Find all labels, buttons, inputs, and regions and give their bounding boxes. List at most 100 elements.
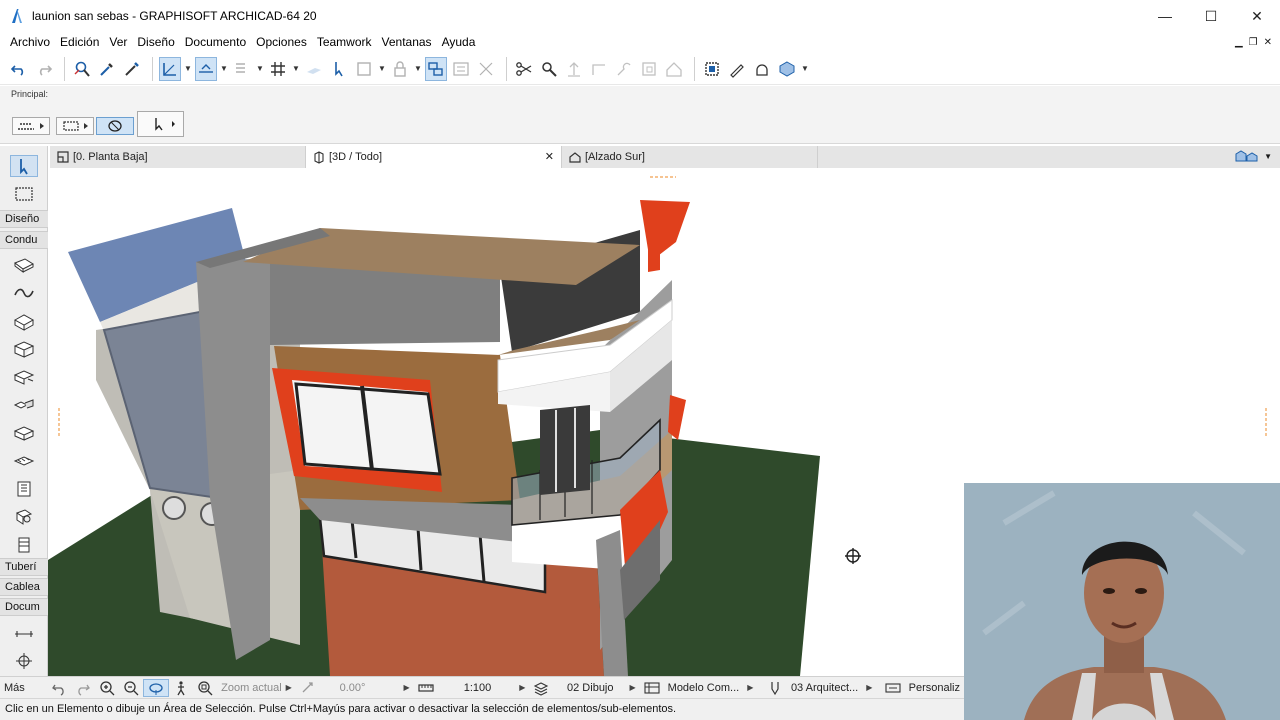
fillet-button[interactable] xyxy=(613,57,635,81)
roof-button[interactable] xyxy=(663,57,685,81)
resize-button[interactable] xyxy=(638,57,660,81)
rotate-view-button[interactable] xyxy=(296,677,320,699)
level-dimension-tool[interactable] xyxy=(10,649,38,671)
duct-branch-tool[interactable] xyxy=(10,366,38,388)
guide-lines-button[interactable] xyxy=(159,56,181,81)
toolbox-category-cableado[interactable]: Cablea xyxy=(0,578,48,596)
chevron-down-icon[interactable]: ▼ xyxy=(292,64,300,73)
duct-tool[interactable] xyxy=(10,254,38,276)
dimension-tool[interactable] xyxy=(10,621,38,643)
undo-view-button[interactable] xyxy=(47,677,71,699)
menu-ayuda[interactable]: Ayuda xyxy=(438,35,482,49)
dimension-standard-button[interactable] xyxy=(881,677,905,699)
inject-button[interactable] xyxy=(121,57,143,81)
zoom-out-button[interactable] xyxy=(119,677,143,699)
pen-set-dropdown[interactable]: 03 Arquitect... ▶ xyxy=(787,677,881,699)
selection-method-button[interactable] xyxy=(56,117,94,135)
intersect-button[interactable] xyxy=(588,57,610,81)
toolbox-category-tuberia[interactable]: Tuberí xyxy=(0,558,48,576)
trace-button[interactable] xyxy=(303,57,325,81)
cursor-tool-button[interactable] xyxy=(328,57,350,81)
menu-ventanas[interactable]: Ventanas xyxy=(378,35,438,49)
adjust-button[interactable] xyxy=(538,57,560,81)
3d-style-button[interactable] xyxy=(776,57,798,81)
layer-combination-button[interactable] xyxy=(529,677,553,699)
explore-button[interactable] xyxy=(169,677,193,699)
pick-up-button[interactable] xyxy=(96,57,118,81)
chevron-down-icon[interactable]: ▼ xyxy=(1264,152,1272,161)
layer-combination-dropdown[interactable]: 02 Dibujo ▶ xyxy=(553,677,639,699)
maximize-button[interactable]: ☐ xyxy=(1188,0,1234,32)
chevron-down-icon[interactable]: ▼ xyxy=(184,64,192,73)
dimension-standard-dropdown[interactable]: Personaliz xyxy=(905,677,964,699)
menu-ver[interactable]: Ver xyxy=(105,35,133,49)
ungroup-button[interactable] xyxy=(475,57,497,81)
model-view-button[interactable] xyxy=(640,677,664,699)
elevate-button[interactable] xyxy=(563,57,585,81)
pen-set-button[interactable] xyxy=(763,677,787,699)
orbit-mode-button[interactable] xyxy=(96,117,134,135)
duct-terminal-tool[interactable] xyxy=(10,422,38,444)
grid-snap-button[interactable] xyxy=(267,57,289,81)
model-view-dropdown[interactable]: Modelo Com... ▶ xyxy=(664,677,763,699)
scale-button[interactable] xyxy=(414,677,438,699)
pen-button[interactable] xyxy=(726,57,748,81)
arrow-selection-tool[interactable] xyxy=(10,155,38,177)
orbit-button[interactable] xyxy=(143,678,170,697)
more-button[interactable]: Más xyxy=(0,677,47,699)
toolbox-category-condu[interactable]: Condu xyxy=(0,231,48,249)
menu-teamwork[interactable]: Teamwork xyxy=(313,35,378,49)
tab-3d-todo[interactable]: [3D / Todo] ✕ xyxy=(306,146,562,168)
marquee-tool[interactable] xyxy=(10,183,38,205)
chevron-down-icon[interactable]: ▼ xyxy=(801,64,809,73)
minimize-button[interactable]: — xyxy=(1142,0,1188,32)
chevron-down-icon[interactable]: ▼ xyxy=(256,64,264,73)
chevron-down-icon[interactable]: ▼ xyxy=(220,64,228,73)
equipment-tool[interactable] xyxy=(10,478,38,500)
flexible-duct-tool[interactable] xyxy=(10,282,38,304)
close-button[interactable]: ✕ xyxy=(1234,0,1280,32)
duct-fitting-tool[interactable] xyxy=(10,310,38,332)
group-button[interactable] xyxy=(450,57,472,81)
scale-dropdown[interactable]: 1:100 ▶ xyxy=(438,677,530,699)
toolbox-category-documentacion[interactable]: Docum xyxy=(0,598,48,616)
chevron-down-icon[interactable]: ▼ xyxy=(414,64,422,73)
rotation-angle-dropdown[interactable]: 0.00° ▶ xyxy=(320,677,414,699)
geometry-method-button[interactable] xyxy=(12,117,50,135)
layout-button[interactable] xyxy=(701,57,723,81)
zoom-dropdown[interactable]: Zoom actual ▶ xyxy=(217,677,296,699)
tab-alzado-sur[interactable]: [Alzado Sur] xyxy=(562,146,818,168)
menu-edicion[interactable]: Edición xyxy=(56,35,105,49)
snap-points-button[interactable] xyxy=(231,57,253,81)
lock-button[interactable] xyxy=(389,57,411,81)
tab-menu[interactable]: ▼ xyxy=(1234,149,1272,163)
suspend-groups-button[interactable] xyxy=(425,56,447,81)
chevron-down-icon[interactable]: ▼ xyxy=(378,64,386,73)
doc-close-icon[interactable]: ✕ xyxy=(1264,37,1272,48)
zoom-in-button[interactable] xyxy=(95,677,119,699)
undo-button[interactable] xyxy=(8,57,30,81)
split-button[interactable] xyxy=(513,57,535,81)
render-button[interactable] xyxy=(751,57,773,81)
arrow-tool-button[interactable] xyxy=(137,111,184,137)
toolbox-category-diseno[interactable]: Diseño xyxy=(0,210,48,228)
menu-archivo[interactable]: Archivo xyxy=(6,35,56,49)
fan-tool[interactable] xyxy=(10,506,38,528)
doc-restore-icon[interactable]: ❐ xyxy=(1249,37,1258,48)
duct-transition-tool[interactable] xyxy=(10,338,38,360)
redo-button[interactable] xyxy=(33,57,55,81)
menu-opciones[interactable]: Opciones xyxy=(252,35,313,49)
menu-diseno[interactable]: Diseño xyxy=(133,35,180,49)
snap-guides-button[interactable] xyxy=(195,56,217,81)
redo-view-button[interactable] xyxy=(71,677,95,699)
doc-minimize-icon[interactable]: ▁ xyxy=(1235,37,1243,48)
duct-takeoff-tool[interactable] xyxy=(10,394,38,416)
marquee-button[interactable] xyxy=(353,57,375,81)
find-select-button[interactable] xyxy=(71,57,93,81)
menu-documento[interactable]: Documento xyxy=(181,35,252,49)
close-tab-icon[interactable]: ✕ xyxy=(545,150,554,163)
filter-tool[interactable] xyxy=(10,534,38,556)
fit-in-window-button[interactable] xyxy=(193,677,217,699)
duct-flexible-tool[interactable] xyxy=(10,450,38,472)
tab-planta-baja[interactable]: [0. Planta Baja] xyxy=(50,146,306,168)
